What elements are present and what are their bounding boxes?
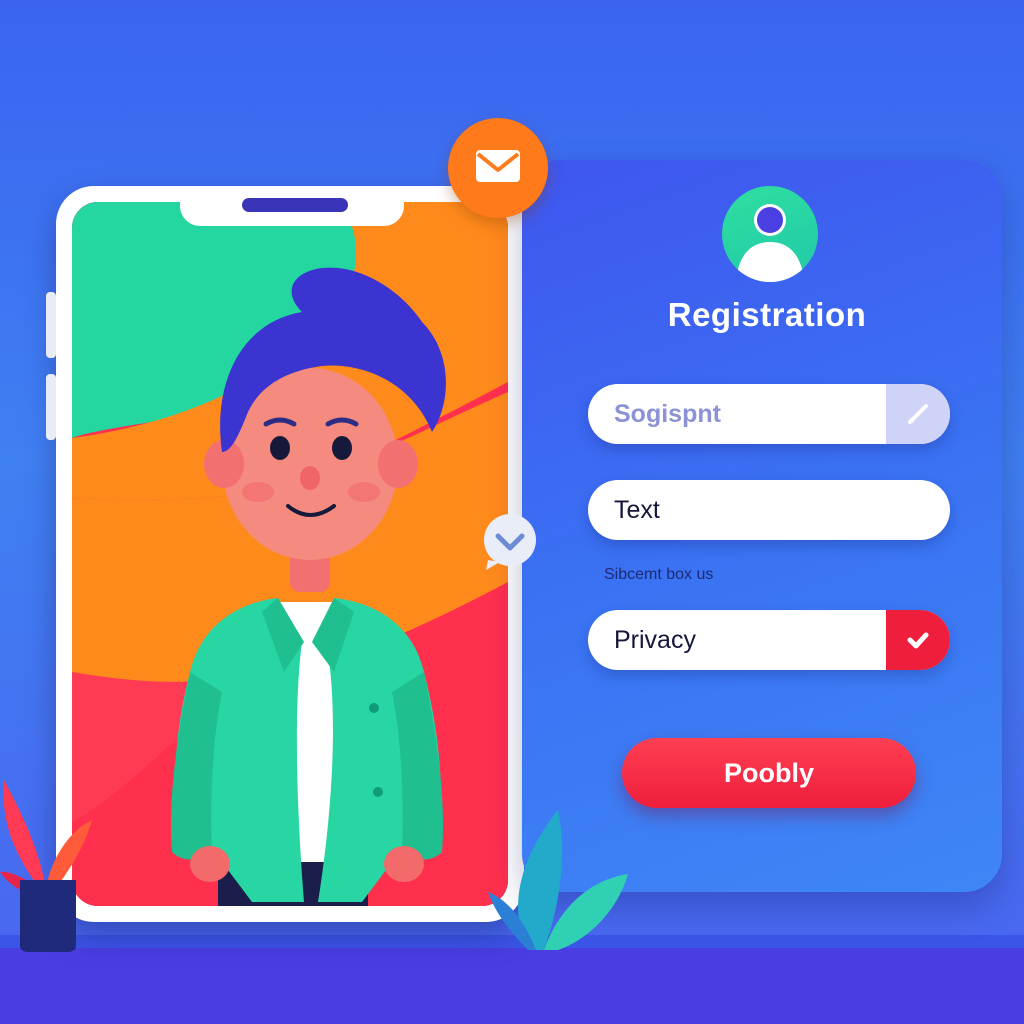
envelope-icon[interactable] bbox=[448, 118, 548, 218]
submit-button[interactable]: Poobly bbox=[622, 738, 916, 808]
privacy-label: Privacy bbox=[614, 626, 696, 654]
phone-frame bbox=[46, 186, 532, 922]
phone-screen-illustration bbox=[72, 202, 508, 906]
username-placeholder: Sogispnt bbox=[614, 400, 721, 428]
envelope-icon bbox=[476, 150, 520, 182]
user-icon bbox=[736, 204, 804, 282]
user-icon bbox=[722, 186, 818, 282]
chevron-down-icon[interactable] bbox=[480, 512, 540, 572]
phone-screen bbox=[72, 202, 508, 906]
pencil-icon bbox=[908, 404, 928, 424]
floor bbox=[0, 948, 1024, 1024]
chevron-down-icon bbox=[484, 514, 536, 570]
phone-speaker bbox=[242, 198, 348, 212]
privacy-checkbox[interactable] bbox=[886, 610, 950, 670]
privacy-field[interactable]: Privacy bbox=[588, 610, 950, 670]
edit-button[interactable] bbox=[886, 384, 950, 444]
registration-title: Registration bbox=[667, 296, 867, 333]
checkmark-icon bbox=[907, 632, 929, 649]
hint-text: Sibcemt box us bbox=[604, 566, 714, 583]
text-field[interactable]: Text bbox=[588, 480, 950, 540]
plant-left bbox=[0, 780, 92, 952]
registration-illustration: Registration Sogispnt Text Sibcemt box u… bbox=[0, 0, 1024, 1024]
phone-side-button bbox=[46, 374, 56, 440]
text-field-value: Text bbox=[614, 496, 660, 524]
phone-side-button bbox=[46, 292, 56, 358]
plant-right bbox=[488, 810, 628, 950]
username-field[interactable]: Sogispnt bbox=[588, 384, 950, 444]
